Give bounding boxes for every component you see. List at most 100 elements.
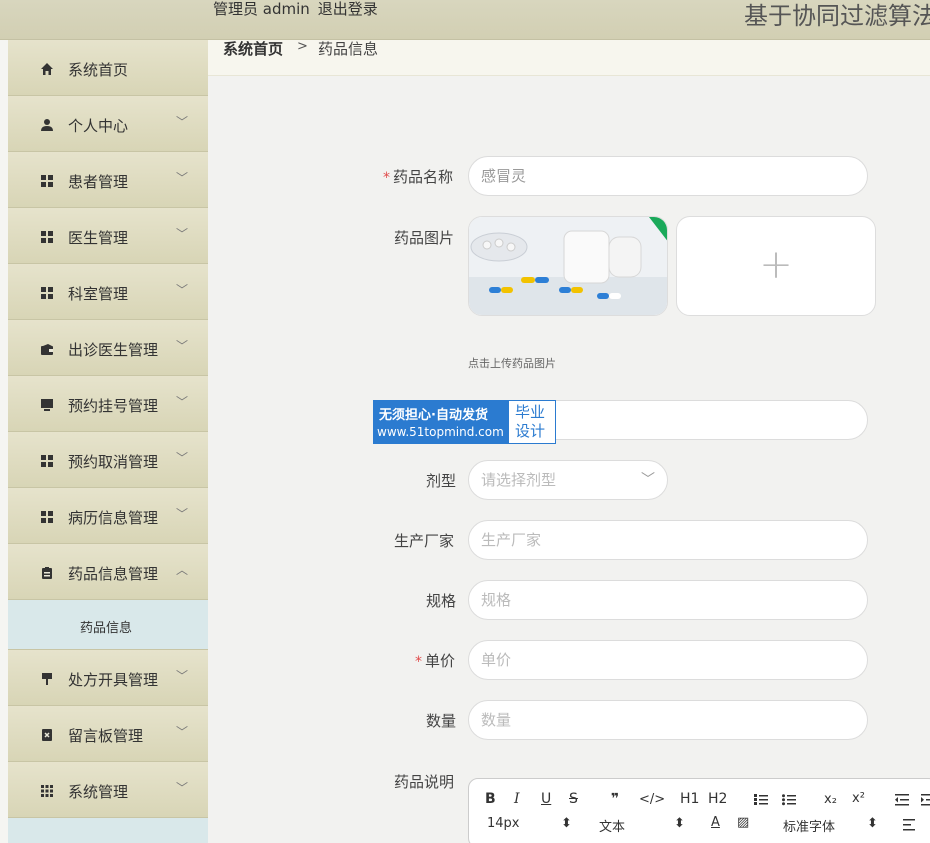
ordered-list-icon[interactable] — [754, 794, 768, 806]
align-icon[interactable] — [903, 819, 917, 831]
drug-name-label: * 药品名称 — [383, 166, 453, 187]
user-icon — [41, 119, 53, 131]
required-mark: * — [383, 170, 390, 186]
sidebar-item-personal-center[interactable]: 个人中心 ﹀ — [8, 96, 208, 152]
indent-icon[interactable] — [921, 794, 930, 806]
dosage-placeholder: 请选择剂型 — [481, 471, 557, 489]
logout-link[interactable]: 退出登录 — [318, 0, 378, 18]
watermark-line2: www.51topmind.com — [377, 425, 504, 439]
sidebar-item-departments[interactable]: 科室管理 ﹀ — [8, 264, 208, 320]
chevron-down-icon: ﹀ — [176, 227, 189, 241]
dosage-label: 剂型 — [426, 472, 457, 490]
sidebar-item-label: 处方开具管理 — [68, 671, 159, 689]
chevron-down-icon: ﹀ — [176, 451, 189, 465]
chevron-down-icon: ﹀ — [176, 507, 189, 521]
bullet-list-icon[interactable] — [782, 794, 796, 806]
chevron-down-icon: ﹀ — [176, 725, 189, 739]
spec-input[interactable]: 规格 — [468, 580, 868, 620]
spec-label: 规格 — [426, 592, 457, 610]
manufacturer-label: 生产厂家 — [394, 532, 455, 550]
heading2-button[interactable]: H2 — [708, 791, 727, 807]
underline-button[interactable]: U — [541, 791, 551, 807]
home-icon — [41, 63, 53, 75]
watermark-right1: 毕业 — [515, 403, 546, 421]
chevron-down-icon: ﹀ — [176, 283, 189, 297]
breadcrumb: 系统首页 > 药品信息 — [208, 38, 930, 76]
chevron-down-icon: ﹀ — [176, 669, 189, 683]
outdent-icon[interactable] — [895, 794, 909, 806]
quantity-label: 数量 — [426, 712, 457, 730]
sidebar-item-patients[interactable]: 患者管理 ﹀ — [8, 152, 208, 208]
top-header: 管理员 admin 退出登录 基于协同过滤算法 — [0, 0, 930, 40]
drug-image-preview[interactable] — [468, 216, 668, 316]
grid-icon — [41, 455, 53, 467]
chevron-down-icon: ﹀ — [176, 781, 189, 795]
sidebar-item-label: 系统管理 — [68, 783, 129, 801]
sidebar-item-label: 医生管理 — [68, 229, 129, 247]
breadcrumb-home[interactable]: 系统首页 — [223, 38, 283, 59]
sidebar-item-medical-records[interactable]: 病历信息管理 ﹀ — [8, 488, 208, 544]
chevron-down-icon: ﹀ — [176, 171, 189, 185]
chevron-up-icon: ︿ — [176, 563, 189, 577]
price-input[interactable]: 单价 — [468, 640, 868, 680]
sidebar-item-label: 留言板管理 — [68, 727, 144, 745]
code-button[interactable]: </> — [639, 792, 665, 807]
sidebar-item-label: 药品信息管理 — [68, 565, 159, 583]
grid-icon — [41, 511, 53, 523]
chevron-updown-icon: ⬍ — [674, 816, 685, 831]
submenu-item-drug-info[interactable]: 药品信息 — [8, 600, 208, 650]
wallet-icon — [41, 344, 53, 355]
monitor-icon — [41, 399, 53, 411]
chevron-updown-icon: ⬍ — [561, 816, 572, 831]
sidebar: 系统首页 个人中心 ﹀ 患者管理 ﹀ 医生管理 ﹀ 科室管理 ﹀ 出诊医生管理 … — [0, 40, 208, 843]
note-icon — [42, 729, 52, 741]
chevron-updown-icon: ⬍ — [867, 816, 878, 831]
background-color-icon[interactable]: ▨ — [737, 815, 749, 830]
sidebar-item-cancellations[interactable]: 预约取消管理 ﹀ — [8, 432, 208, 488]
quantity-input[interactable]: 数量 — [468, 700, 868, 740]
sidebar-item-label: 病历信息管理 — [68, 509, 159, 527]
drug-image — [469, 217, 667, 315]
watermark-right: 毕业 设计 — [509, 401, 555, 443]
drug-name-input[interactable]: 感冒灵 — [468, 156, 868, 196]
drug-name-label-text: 药品名称 — [393, 168, 454, 186]
price-label-text: 单价 — [425, 652, 456, 670]
sidebar-item-label: 个人中心 — [68, 117, 129, 135]
upload-hint: 点击上传药品图片 — [468, 357, 556, 370]
superscript-icon[interactable]: x² — [852, 791, 865, 806]
apps-icon — [41, 785, 53, 797]
watermark-badge: 无须担心·自动发货 www.51topmind.com 毕业 设计 — [373, 400, 556, 444]
sidebar-item-label: 出诊医生管理 — [68, 341, 159, 359]
sidebar-item-message-board[interactable]: 留言板管理 ﹀ — [8, 706, 208, 762]
dosage-select[interactable]: 请选择剂型 ﹀ — [468, 460, 668, 500]
sidebar-item-system[interactable]: 系统管理 ﹀ — [8, 762, 208, 818]
bold-button[interactable]: B — [485, 791, 496, 807]
font-family-select[interactable]: 标准字体 — [783, 816, 835, 835]
rich-text-editor[interactable]: B I U S ❞ </> H1 H2 x₂ x² 14px ⬍ 文本 ⬍ A … — [468, 778, 930, 843]
sidebar-item-label: 科室管理 — [68, 285, 129, 303]
sidebar-item-visiting-doctors[interactable]: 出诊医生管理 ﹀ — [8, 320, 208, 376]
required-mark: * — [415, 654, 422, 670]
sidebar-item-label: 预约挂号管理 — [68, 397, 159, 415]
breadcrumb-separator: > — [297, 39, 308, 54]
heading1-button[interactable]: H1 — [680, 791, 699, 807]
sidebar-item-doctors[interactable]: 医生管理 ﹀ — [8, 208, 208, 264]
strikethrough-button[interactable]: S — [569, 791, 578, 807]
sidebar-edge — [0, 40, 8, 843]
font-size-select[interactable]: 14px — [487, 816, 520, 831]
watermark-left: 无须担心·自动发货 www.51topmind.com — [374, 401, 509, 443]
watermark-line1: 无须担心·自动发货 — [379, 408, 488, 423]
sidebar-item-home[interactable]: 系统首页 — [8, 40, 208, 96]
subscript-icon[interactable]: x₂ — [824, 792, 837, 807]
text-type-select[interactable]: 文本 — [599, 816, 625, 835]
plus-icon: + — [759, 242, 793, 288]
image-upload-button[interactable]: + — [676, 216, 876, 316]
sidebar-item-appointments[interactable]: 预约挂号管理 ﹀ — [8, 376, 208, 432]
manufacturer-input[interactable]: 生产厂家 — [468, 520, 868, 560]
sidebar-item-prescriptions[interactable]: 处方开具管理 ﹀ — [8, 650, 208, 706]
font-color-icon[interactable]: A — [711, 815, 720, 830]
quote-button[interactable]: ❞ — [611, 791, 619, 807]
system-title: 基于协同过滤算法 — [744, 2, 930, 30]
italic-button[interactable]: I — [514, 791, 520, 807]
sidebar-item-drug-info[interactable]: 药品信息管理 ︿ — [8, 544, 208, 600]
